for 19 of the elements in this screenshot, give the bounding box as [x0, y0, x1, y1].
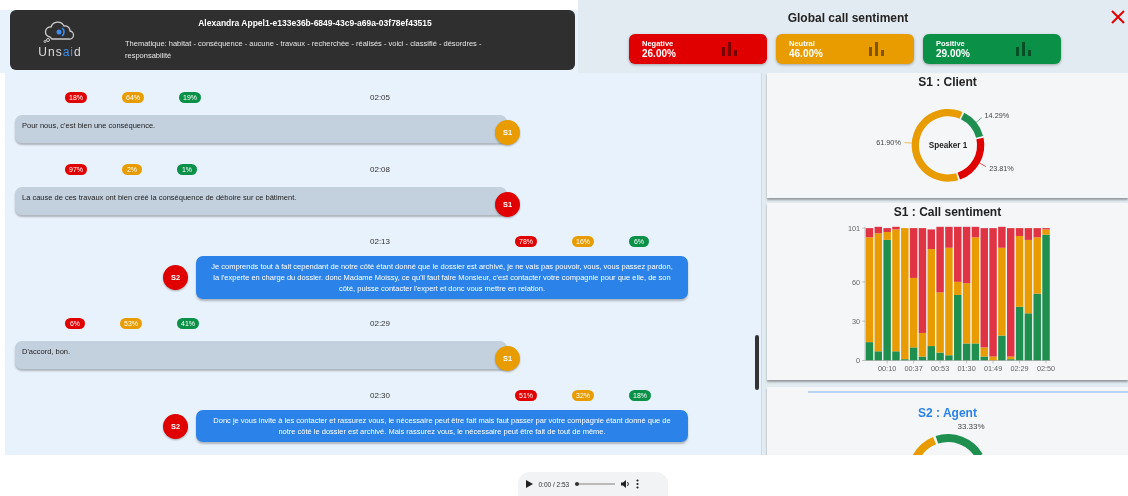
card-title: S1 : Client: [918, 75, 977, 89]
card-title: S1 : Call sentiment: [893, 205, 1002, 219]
message-time: 02:13: [369, 236, 391, 246]
section-title: Global call sentiment: [787, 11, 909, 25]
message-time: 02:29: [369, 318, 391, 328]
sentiment-value: 26.00%: [642, 48, 676, 59]
donut-center-label: Speaker 1: [928, 141, 967, 151]
data-label: 14.29%: [984, 111, 1009, 121]
sentiment-value: 46.00%: [789, 48, 823, 59]
message-time: 02:05: [369, 92, 391, 102]
message-time: 02:08: [369, 164, 391, 174]
data-label: 61.90%: [875, 138, 901, 148]
data-label: 33.33%: [957, 422, 985, 431]
logo-text: Unsaid: [38, 45, 82, 59]
card-title: S2 : Agent: [918, 406, 977, 420]
data-label: 23.81%: [988, 164, 1014, 174]
message-time: 02:30: [369, 390, 391, 400]
sentiment-value: 29.00%: [936, 48, 970, 59]
call-title: Alexandra Appel1-e133e36b-6849-43c9-a69a-03f78ef43515: [198, 18, 432, 28]
